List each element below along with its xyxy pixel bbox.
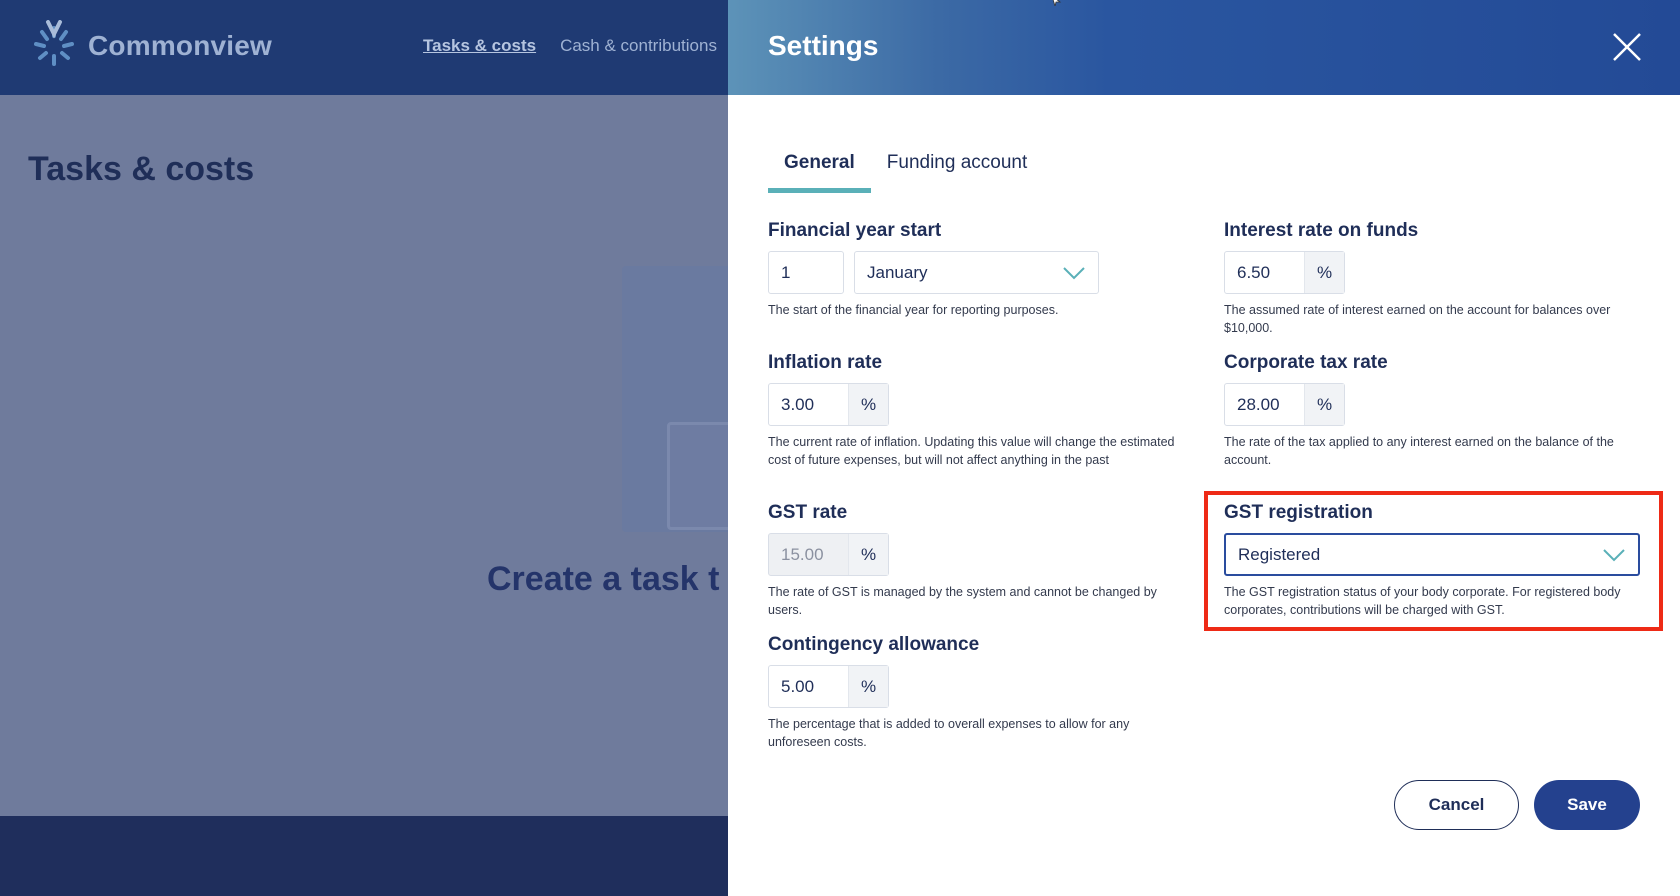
settings-panel: Settings General Funding account Financi… bbox=[728, 0, 1680, 896]
corporate-tax-rate-value: 28.00 bbox=[1237, 394, 1280, 414]
financial-year-month-value: January bbox=[867, 262, 928, 282]
financial-year-month-select[interactable]: January bbox=[854, 251, 1099, 294]
save-button[interactable]: Save bbox=[1534, 780, 1640, 830]
field-inflation-rate: Inflation rate 3.00 % The current rate o… bbox=[768, 352, 1188, 469]
corporate-tax-rate-input[interactable]: 28.00 % bbox=[1224, 383, 1345, 426]
gst-rate-input: 15.00 % bbox=[768, 533, 889, 576]
financial-year-day-input[interactable]: 1 bbox=[768, 251, 844, 294]
settings-tabs: General Funding account bbox=[768, 146, 1043, 193]
gst-rate-value: 15.00 bbox=[781, 544, 824, 564]
inflation-rate-input[interactable]: 3.00 % bbox=[768, 383, 889, 426]
cancel-button[interactable]: Cancel bbox=[1394, 780, 1519, 830]
chevron-down-icon bbox=[1063, 266, 1085, 279]
main-nav: Tasks & costs Cash & contributions bbox=[423, 36, 717, 56]
settings-header: Settings bbox=[728, 0, 1680, 95]
field-contingency-allowance: Contingency allowance 5.00 % The percent… bbox=[768, 634, 1188, 751]
percent-suffix: % bbox=[1304, 252, 1344, 293]
gst-rate-label: GST rate bbox=[768, 502, 848, 523]
logo-mark-icon bbox=[34, 20, 74, 66]
field-corporate-tax-rate: Corporate tax rate 28.00 % The rate of t… bbox=[1224, 352, 1634, 469]
interest-rate-help: The assumed rate of interest earned on t… bbox=[1224, 303, 1611, 335]
nav-tasks-costs[interactable]: Tasks & costs bbox=[423, 36, 536, 56]
mouse-cursor-icon bbox=[1052, 0, 1062, 6]
interest-rate-input[interactable]: 6.50 % bbox=[1224, 251, 1345, 294]
corporate-tax-rate-help: The rate of the tax applied to any inter… bbox=[1224, 435, 1614, 467]
percent-suffix: % bbox=[848, 534, 888, 575]
settings-title: Settings bbox=[768, 30, 879, 61]
highlight-box bbox=[1204, 491, 1663, 631]
nav-cash-contributions[interactable]: Cash & contributions bbox=[560, 36, 717, 56]
logo-text: Commonview bbox=[88, 30, 273, 61]
tab-funding-account[interactable]: Funding account bbox=[871, 146, 1044, 193]
financial-year-day-value: 1 bbox=[781, 262, 791, 282]
close-icon[interactable] bbox=[1610, 30, 1644, 64]
interest-rate-label: Interest rate on funds bbox=[1224, 220, 1419, 241]
financial-year-start-label: Financial year start bbox=[768, 220, 942, 241]
tab-general[interactable]: General bbox=[768, 146, 871, 193]
interest-rate-value: 6.50 bbox=[1237, 262, 1271, 282]
logo[interactable]: Commonview bbox=[28, 20, 272, 72]
page-title: Tasks & costs bbox=[28, 150, 255, 188]
corporate-tax-rate-label: Corporate tax rate bbox=[1224, 352, 1388, 373]
field-interest-rate: Interest rate on funds 6.50 % The assume… bbox=[1224, 220, 1634, 337]
inflation-rate-value: 3.00 bbox=[781, 394, 815, 414]
percent-suffix: % bbox=[848, 666, 888, 707]
financial-year-start-help: The start of the financial year for repo… bbox=[768, 303, 1059, 317]
percent-suffix: % bbox=[1304, 384, 1344, 425]
inflation-rate-label: Inflation rate bbox=[768, 352, 883, 373]
contingency-input[interactable]: 5.00 % bbox=[768, 665, 889, 708]
gst-rate-help: The rate of GST is managed by the system… bbox=[768, 585, 1157, 617]
contingency-label: Contingency allowance bbox=[768, 634, 980, 655]
field-gst-rate: GST rate 15.00 % The rate of GST is mana… bbox=[768, 502, 1188, 619]
contingency-value: 5.00 bbox=[781, 676, 815, 696]
contingency-help: The percentage that is added to overall … bbox=[768, 717, 1130, 749]
empty-state-heading: Create a task t bbox=[487, 560, 720, 598]
inflation-rate-help: The current rate of inflation. Updating … bbox=[768, 435, 1175, 467]
percent-suffix: % bbox=[848, 384, 888, 425]
field-financial-year-start: Financial year start 1 January The start… bbox=[768, 220, 1188, 319]
